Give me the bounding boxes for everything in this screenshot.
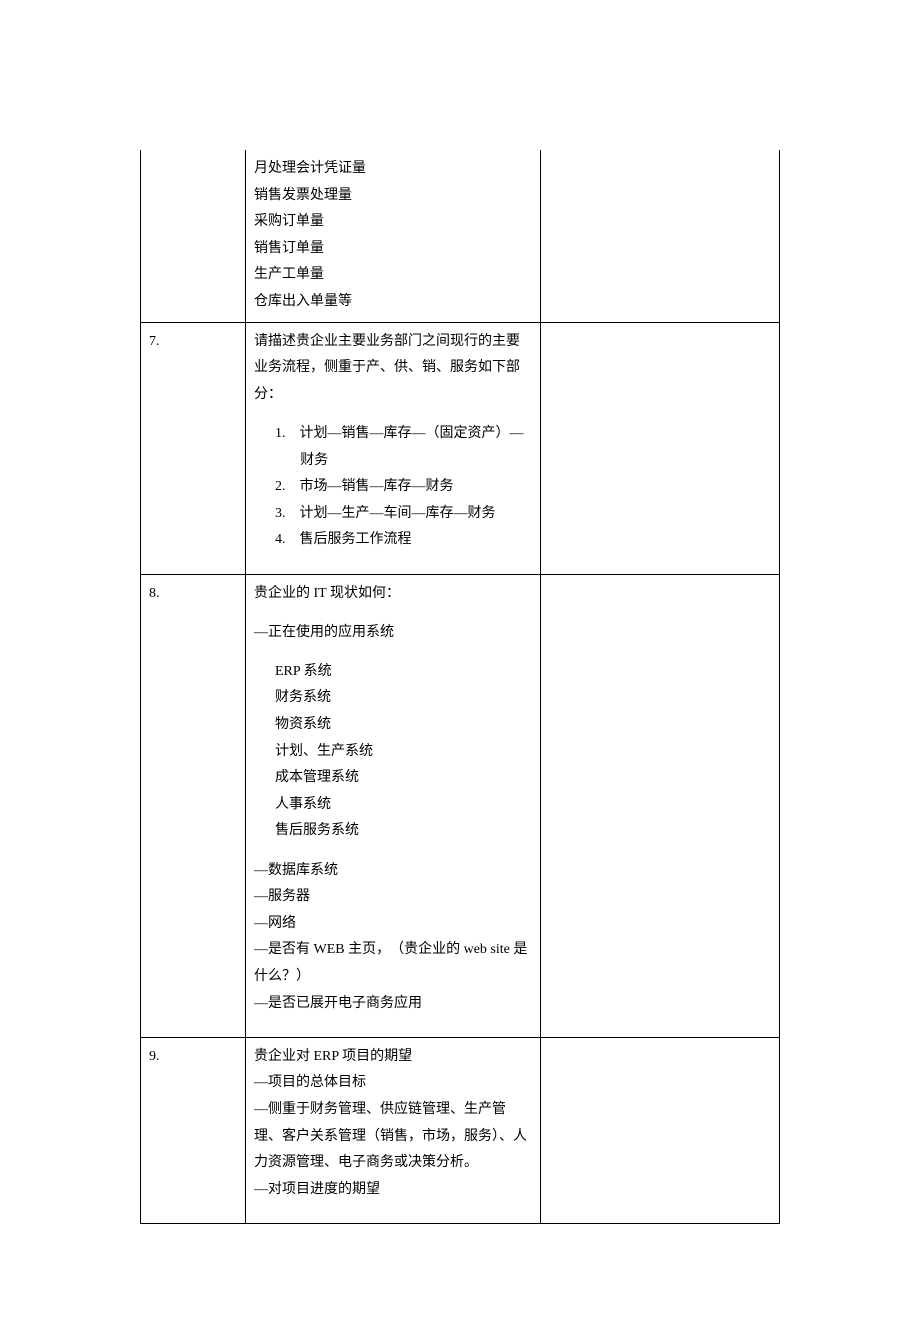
row-number [141, 150, 246, 322]
system-item: 物资系统 [254, 712, 532, 739]
system-item: 成本管理系统 [254, 765, 532, 792]
line: —项目的总体目标 [254, 1075, 366, 1090]
line: 采购订单量 [254, 214, 324, 229]
line: —数据库系统 [254, 863, 338, 878]
row-answer [541, 1037, 780, 1223]
line: —侧重于财务管理、供应链管理、生产管理、客户关系管理（销售，市场，服务）、人力资… [254, 1102, 527, 1170]
row-answer [541, 322, 780, 574]
table-row: 7. 请描述贵企业主要业务部门之间现行的主要业务流程，侧重于产、供、销、服务如下… [141, 322, 780, 574]
process-list: 1. 计划—销售—库存—（固定资产）—财务 2. 市场—销售—库存—财务 3. … [254, 421, 532, 554]
line: 贵企业的 IT 现状如何： [254, 586, 400, 601]
line: —正在使用的应用系统 [254, 625, 394, 640]
line: 销售订单量 [254, 241, 324, 256]
row-description: 贵企业对 ERP 项目的期望 —项目的总体目标 —侧重于财务管理、供应链管理、生… [246, 1037, 541, 1223]
table-row: 8. 贵企业的 IT 现状如何： —正在使用的应用系统 ERP 系统 财务系统 … [141, 574, 780, 1037]
survey-table: 月处理会计凭证量 销售发票处理量 采购订单量 销售订单量 生产工单量 仓库出入单… [140, 150, 780, 1224]
row-answer [541, 574, 780, 1037]
line: —网络 [254, 916, 296, 931]
row-description: 月处理会计凭证量 销售发票处理量 采购订单量 销售订单量 生产工单量 仓库出入单… [246, 150, 541, 322]
list-item: 4. 售后服务工作流程 [275, 527, 532, 554]
line: —服务器 [254, 889, 310, 904]
line: 仓库出入单量等 [254, 294, 352, 309]
line: —对项目进度的期望 [254, 1182, 380, 1197]
system-item: 计划、生产系统 [254, 739, 532, 766]
list-item: 2. 市场—销售—库存—财务 [275, 474, 532, 501]
intro-text: 请描述贵企业主要业务部门之间现行的主要业务流程，侧重于产、供、销、服务如下部分： [254, 334, 520, 402]
line: 月处理会计凭证量 [254, 161, 366, 176]
line: 贵企业对 ERP 项目的期望 [254, 1049, 412, 1064]
row-number: 8. [141, 574, 246, 1037]
system-item: ERP 系统 [254, 659, 532, 686]
line: —是否已展开电子商务应用 [254, 996, 422, 1011]
row-description: 请描述贵企业主要业务部门之间现行的主要业务流程，侧重于产、供、销、服务如下部分：… [246, 322, 541, 574]
list-item: 3. 计划—生产—车间—库存—财务 [275, 501, 532, 528]
table-row: 月处理会计凭证量 销售发票处理量 采购订单量 销售订单量 生产工单量 仓库出入单… [141, 150, 780, 322]
row-description: 贵企业的 IT 现状如何： —正在使用的应用系统 ERP 系统 财务系统 物资系… [246, 574, 541, 1037]
row-number: 9. [141, 1037, 246, 1223]
system-item: 售后服务系统 [254, 818, 532, 845]
system-item: 人事系统 [254, 792, 532, 819]
line: —是否有 WEB 主页， （贵企业的 web site 是什么？） [254, 942, 527, 984]
row-number: 7. [141, 322, 246, 574]
row-answer [541, 150, 780, 322]
line: 生产工单量 [254, 267, 324, 282]
system-item: 财务系统 [254, 685, 532, 712]
table-row: 9. 贵企业对 ERP 项目的期望 —项目的总体目标 —侧重于财务管理、供应链管… [141, 1037, 780, 1223]
list-item: 1. 计划—销售—库存—（固定资产）—财务 [275, 421, 532, 474]
line: 销售发票处理量 [254, 188, 352, 203]
